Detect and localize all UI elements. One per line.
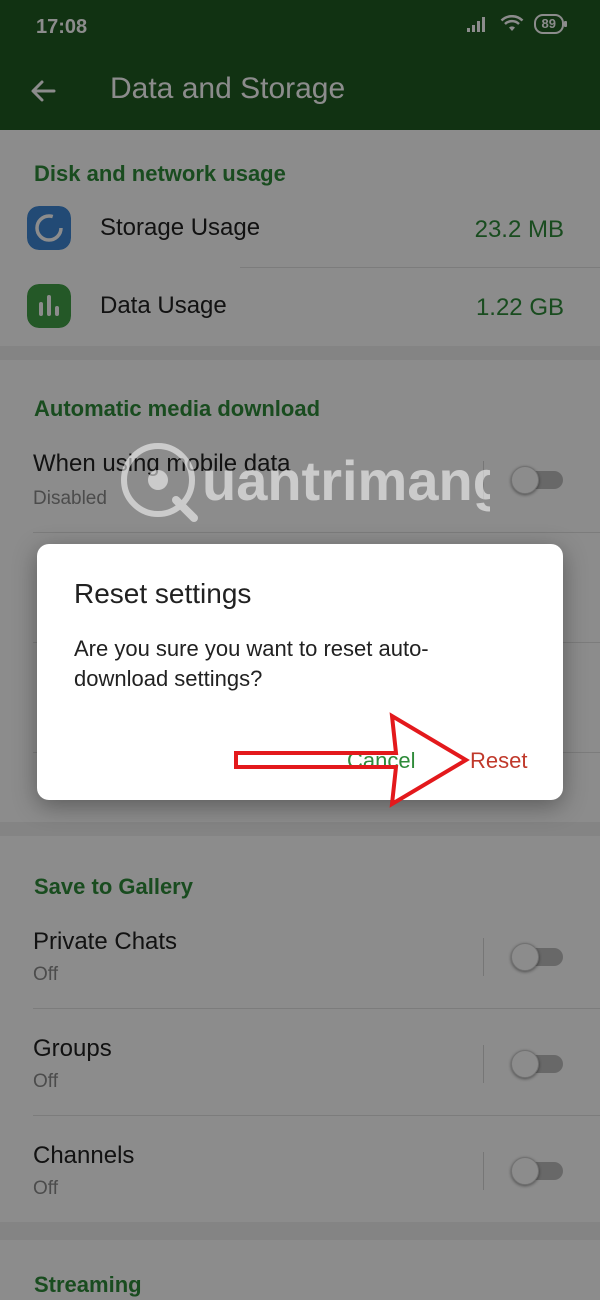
quantrimang-watermark-logo: uantrimang: [121, 443, 490, 522]
svg-text:uantrimang: uantrimang: [202, 449, 490, 512]
dialog-title: Reset settings: [74, 578, 252, 609]
annotation-arrow-icon: [234, 712, 470, 808]
dialog-message: Are you sure you want to reset auto-down…: [74, 636, 429, 691]
reset-button[interactable]: Reset: [470, 748, 527, 774]
